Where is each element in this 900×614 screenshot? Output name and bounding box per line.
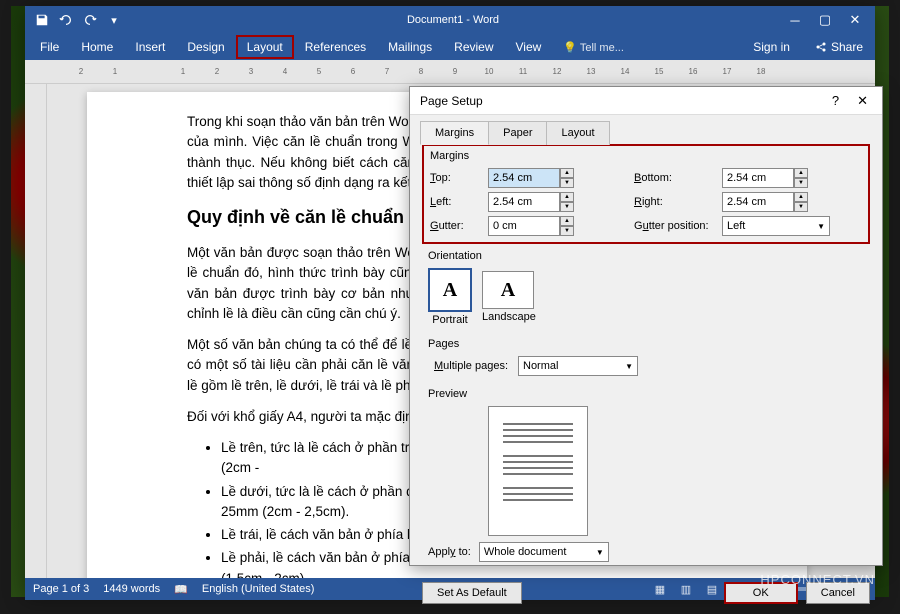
sign-in-link[interactable]: Sign in [742, 35, 801, 59]
word-application-window: ▾ Document1 - Word ─ ▢ ✕ File Home Inser… [25, 6, 875, 594]
tab-insert[interactable]: Insert [124, 35, 176, 59]
page-indicator[interactable]: Page 1 of 3 [33, 583, 89, 595]
page-setup-dialog: Page Setup ? ✕ Margins Paper Layout Marg… [409, 86, 883, 566]
top-label: Top: [430, 172, 484, 184]
preview-section: Preview [422, 382, 870, 542]
preview-thumbnail [488, 406, 588, 536]
document-title: Document1 - Word [125, 14, 781, 26]
dialog-tab-layout[interactable]: Layout [546, 121, 609, 145]
vertical-ruler[interactable] [25, 84, 47, 578]
apply-to-row: Apply to: Whole document▼ [422, 542, 870, 562]
pages-title: Pages [428, 338, 864, 350]
qat-customize-icon[interactable]: ▾ [103, 9, 125, 31]
dialog-close-button[interactable]: ✕ [853, 93, 872, 109]
tab-layout[interactable]: Layout [236, 35, 294, 59]
right-margin-input[interactable]: ▲▼ [722, 192, 810, 212]
spellcheck-icon[interactable]: 📖 [174, 583, 188, 596]
spinner-up-icon[interactable]: ▲ [794, 192, 808, 202]
redo-icon[interactable] [79, 9, 101, 31]
gutter-input[interactable]: ▲▼ [488, 216, 576, 236]
apply-to-label: Apply to: [428, 546, 471, 558]
spinner-up-icon[interactable]: ▲ [794, 168, 808, 178]
right-label: Right: [634, 196, 718, 208]
chevron-down-icon: ▼ [817, 222, 825, 231]
horizontal-ruler[interactable]: 21123456789101112131415161718 [25, 60, 875, 84]
ribbon-tabs: File Home Insert Design Layout Reference… [25, 34, 875, 60]
tab-references[interactable]: References [294, 35, 377, 59]
margins-section-title: Margins [430, 150, 862, 162]
tab-home[interactable]: Home [70, 35, 124, 59]
tab-design[interactable]: Design [176, 35, 235, 59]
set-as-default-button[interactable]: Set As Default [422, 582, 522, 604]
preview-title: Preview [428, 388, 864, 400]
titlebar: ▾ Document1 - Word ─ ▢ ✕ [25, 6, 875, 34]
spinner-down-icon[interactable]: ▼ [794, 178, 808, 188]
bottom-label: Bottom: [634, 172, 718, 184]
dialog-help-button[interactable]: ? [828, 93, 843, 109]
top-margin-input[interactable]: ▲▼ [488, 168, 576, 188]
dialog-tab-margins[interactable]: Margins [420, 121, 489, 145]
portrait-icon: A [428, 268, 472, 312]
orientation-section: Orientation A Portrait A Landscape [422, 244, 870, 332]
maximize-button[interactable]: ▢ [811, 9, 839, 31]
bottom-margin-input[interactable]: ▲▼ [722, 168, 810, 188]
tell-me-search[interactable]: 💡 Tell me... [552, 36, 635, 59]
portrait-option[interactable]: A Portrait [428, 268, 472, 326]
tab-review[interactable]: Review [443, 35, 504, 59]
gutter-position-label: Gutter position: [634, 220, 718, 232]
pages-section: Pages Multiple pages: Normal▼ [422, 332, 870, 382]
spinner-down-icon[interactable]: ▼ [794, 202, 808, 212]
tab-file[interactable]: File [29, 35, 70, 59]
word-count[interactable]: 1449 words [103, 583, 160, 595]
chevron-down-icon: ▼ [596, 548, 604, 557]
apply-to-combo[interactable]: Whole document▼ [479, 542, 609, 562]
landscape-icon: A [482, 271, 534, 309]
dialog-title: Page Setup [420, 94, 483, 108]
spinner-up-icon[interactable]: ▲ [560, 216, 574, 226]
share-button[interactable]: Share [807, 37, 871, 57]
save-icon[interactable] [31, 9, 53, 31]
tab-view[interactable]: View [505, 35, 553, 59]
share-icon [815, 41, 827, 53]
language-indicator[interactable]: English (United States) [202, 583, 315, 595]
undo-icon[interactable] [55, 9, 77, 31]
gutter-position-combo[interactable]: Left▼ [722, 216, 830, 236]
close-button[interactable]: ✕ [841, 9, 869, 31]
minimize-button[interactable]: ─ [781, 9, 809, 31]
watermark: HPCONNECT.VN [760, 572, 875, 587]
left-margin-input[interactable]: ▲▼ [488, 192, 576, 212]
multiple-pages-label: Multiple pages: [434, 360, 508, 372]
orientation-title: Orientation [428, 250, 864, 262]
landscape-option[interactable]: A Landscape [482, 268, 536, 326]
spinner-up-icon[interactable]: ▲ [560, 192, 574, 202]
chevron-down-icon: ▼ [625, 362, 633, 371]
spinner-down-icon[interactable]: ▼ [560, 226, 574, 236]
spinner-up-icon[interactable]: ▲ [560, 168, 574, 178]
spinner-down-icon[interactable]: ▼ [560, 202, 574, 212]
dialog-tab-paper[interactable]: Paper [488, 121, 547, 145]
margins-section: Margins Top: ▲▼ Bottom: ▲▼ Left: ▲▼ Righ… [422, 144, 870, 244]
multiple-pages-combo[interactable]: Normal▼ [518, 356, 638, 376]
spinner-down-icon[interactable]: ▼ [560, 178, 574, 188]
tab-mailings[interactable]: Mailings [377, 35, 443, 59]
gutter-label: Gutter: [430, 220, 484, 232]
left-label: Left: [430, 196, 484, 208]
